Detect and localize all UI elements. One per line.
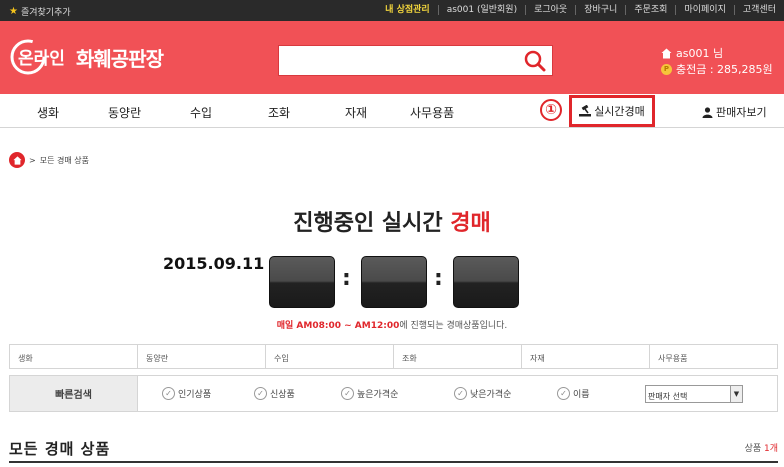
favorite-link[interactable]: ★ 즐겨찾기추가 <box>9 5 71 18</box>
auction-date: 2015.09.11 <box>163 254 265 273</box>
category-orchids[interactable]: 동양란 <box>137 345 265 368</box>
check-icon: ✓ <box>454 387 467 400</box>
timer-minutes <box>361 256 427 308</box>
main-nav: 생화 동양란 수입 조화 자재 사무용품 ① 실시간경매 판매자보기 <box>0 94 784 128</box>
svg-text:온라인: 온라인 <box>18 49 65 69</box>
breadcrumb-home-icon[interactable] <box>9 152 25 168</box>
favorite-label: 즐겨찾기추가 <box>20 8 71 18</box>
util-link-orders[interactable]: 주문조회 <box>625 5 675 15</box>
sort-option-price-low[interactable]: ✓ 낮은가격순 <box>454 387 511 400</box>
nav-item-orchids[interactable]: 동양란 <box>108 104 141 121</box>
site-logo[interactable]: 온라인 화훼공판장 <box>10 37 164 77</box>
sort-option-label: 인기상품 <box>178 390 212 400</box>
nav-item-materials[interactable]: 자재 <box>345 104 367 121</box>
nav-item-imported[interactable]: 수입 <box>190 104 212 121</box>
seller-select[interactable]: 판매자 선택 ▼ <box>645 385 743 403</box>
util-link-support[interactable]: 고객센터 <box>733 5 784 15</box>
search-box <box>278 45 553 76</box>
product-count: 상품 1개 <box>745 441 778 454</box>
search-button[interactable] <box>524 50 546 72</box>
top-utility-bar: ★ 즐겨찾기추가 내 상점관리 as001 (일반회원) 로그아웃 장바구니 주… <box>0 0 784 21</box>
sort-option-popular[interactable]: ✓ 인기상품 <box>162 387 211 400</box>
timer-seconds <box>453 256 519 308</box>
sort-option-label: 이름 <box>573 390 590 400</box>
auction-notice-text: 에 진행되는 경매상품입니다. <box>399 321 508 331</box>
check-icon: ✓ <box>162 387 175 400</box>
user-name: as001 님 <box>676 47 724 60</box>
sort-option-label: 높은가격순 <box>357 390 399 400</box>
sort-option-price-high[interactable]: ✓ 높은가격순 <box>341 387 398 400</box>
user-icon <box>702 106 713 118</box>
util-link-logout[interactable]: 로그아웃 <box>525 5 575 15</box>
live-auction-label: 실시간경매 <box>594 105 645 118</box>
section-title: 모든 경매 상품 <box>9 440 111 458</box>
category-artificial[interactable]: 조화 <box>393 345 521 368</box>
seller-view-label: 판매자보기 <box>716 106 767 119</box>
annotation-badge: ① <box>540 99 562 121</box>
logo-mark-icon: 온라인 <box>10 39 65 75</box>
utility-links: 내 상점관리 as001 (일반회원) 로그아웃 장바구니 주문조회 마이페이지… <box>377 5 784 15</box>
user-info: as001 님 P 충전금 : 285,285원 <box>661 45 773 77</box>
check-icon: ✓ <box>341 387 354 400</box>
breadcrumb-separator: > <box>29 155 36 165</box>
util-link-mypage[interactable]: 마이페이지 <box>675 5 733 15</box>
category-materials[interactable]: 자재 <box>521 345 649 368</box>
nav-item-office-supplies[interactable]: 사무용품 <box>410 104 454 121</box>
timer-colon: : <box>434 266 443 291</box>
auction-notice: 매일 AM08:00 ~ AM12:00에 진행되는 경매상품입니다. <box>0 318 784 331</box>
search-icon <box>524 50 546 72</box>
home-icon <box>661 48 672 58</box>
logo-text: 화훼공판장 <box>76 46 164 71</box>
sort-option-name[interactable]: ✓ 이름 <box>557 387 590 400</box>
seller-select-value: 판매자 선택 <box>648 392 688 401</box>
page-title-accent: 경매 <box>450 211 491 236</box>
coin-icon: P <box>661 63 672 75</box>
breadcrumb-current: 모든 경매 상품 <box>39 155 89 165</box>
auction-hours: 매일 AM08:00 ~ AM12:00 <box>276 321 400 331</box>
nav-item-fresh-flowers[interactable]: 생화 <box>37 104 59 121</box>
check-icon: ✓ <box>254 387 267 400</box>
util-link-my-store[interactable]: 내 상점관리 <box>377 5 438 15</box>
page-title-main: 진행중인 실시간 <box>293 211 451 236</box>
category-fresh-flowers[interactable]: 생화 <box>10 345 137 368</box>
product-count-label: 상품 <box>744 444 764 454</box>
sort-option-label: 신상품 <box>270 390 295 400</box>
breadcrumb: > 모든 경매 상품 <box>9 152 89 168</box>
site-header: 온라인 화훼공판장 as001 님 P 충전금 : 285,285원 <box>0 21 784 94</box>
nav-item-seller-view[interactable]: 판매자보기 <box>702 104 767 120</box>
nav-item-artificial[interactable]: 조화 <box>268 104 290 121</box>
quick-search-bar: 빠른검색 ✓ 인기상품 ✓ 신상품 ✓ 높은가격순 ✓ 낮은가격순 ✓ 이름 판… <box>9 375 778 412</box>
category-office-supplies[interactable]: 사무용품 <box>649 345 777 368</box>
balance-text: 충전금 : 285,285원 <box>676 63 773 76</box>
nav-item-live-auction[interactable]: 실시간경매 <box>569 95 655 127</box>
product-count-value: 1개 <box>763 444 778 454</box>
sort-option-label: 낮은가격순 <box>470 390 512 400</box>
category-imported[interactable]: 수입 <box>265 345 393 368</box>
star-icon: ★ <box>9 5 18 17</box>
gavel-icon <box>579 105 592 117</box>
category-tabs: 생화 동양란 수입 조화 자재 사무용품 <box>9 344 778 369</box>
util-link-cart[interactable]: 장바구니 <box>575 5 625 15</box>
sort-option-new[interactable]: ✓ 신상품 <box>254 387 295 400</box>
search-input[interactable] <box>279 46 514 75</box>
dropdown-arrow-icon: ▼ <box>730 386 742 402</box>
timer-colon: : <box>342 266 351 291</box>
quick-search-label: 빠른검색 <box>10 376 138 411</box>
timer-hours <box>269 256 335 308</box>
page-title: 진행중인 실시간 경매 <box>0 205 784 237</box>
section-divider <box>9 461 778 463</box>
util-link-member[interactable]: as001 (일반회원) <box>437 5 525 15</box>
check-icon: ✓ <box>557 387 570 400</box>
